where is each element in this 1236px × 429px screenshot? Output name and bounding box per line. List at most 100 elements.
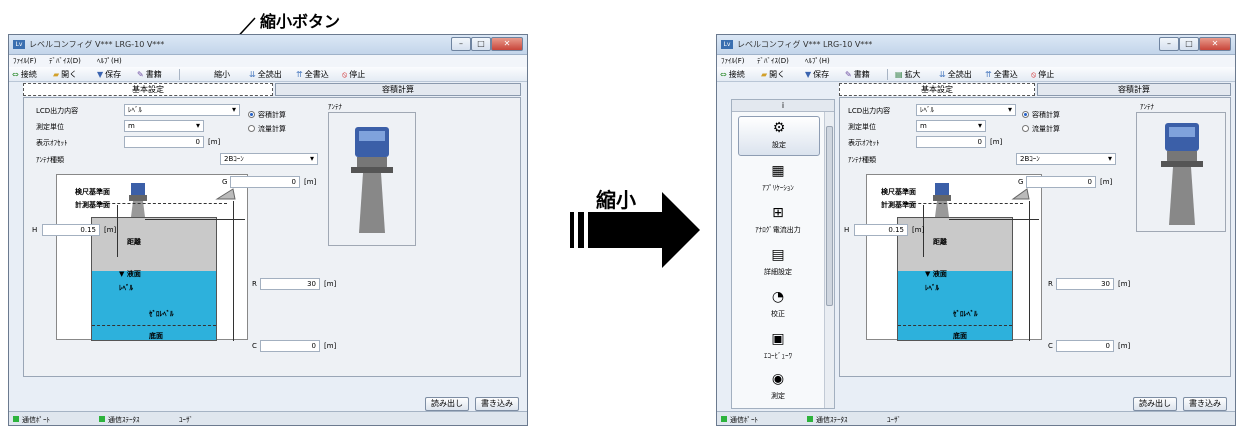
tab-volume-calc[interactable]: 容積計算 — [1037, 83, 1231, 96]
distance-label: 距離 — [933, 238, 947, 246]
antenna-type-select[interactable]: 2Bｺｰﾝ — [220, 153, 318, 165]
maximize-button[interactable]: □ — [1179, 37, 1199, 51]
c-input[interactable]: 0 — [1056, 340, 1114, 352]
read-all-button[interactable]: ⇊ 全読出 — [249, 68, 282, 81]
lcd-output-select[interactable]: ﾚﾍﾞﾙ — [916, 104, 1016, 116]
menu-help[interactable]: ﾍﾙﾌﾟ(H) — [97, 55, 122, 67]
r-unit: [m] — [324, 280, 337, 288]
menu-help[interactable]: ﾍﾙﾌﾟ(H) — [805, 55, 830, 67]
write-button[interactable]: 書き込み — [475, 397, 519, 411]
tab-basic-settings[interactable]: 基本設定 — [839, 83, 1035, 96]
maximize-button[interactable]: □ — [471, 37, 491, 51]
connect-button[interactable]: ⇔ 接続 — [12, 68, 37, 81]
toolbar: ⇔ 接続 ▰ 開く ▼ 保存 ✎ 書籍 ▤ 拡大 ⇊ 全読出 ⇈ 全書込 ⦸ 停止 — [717, 67, 1235, 82]
r-input[interactable]: 30 — [260, 278, 320, 290]
sidebar-scrollbar[interactable] — [824, 112, 834, 408]
menu-file[interactable]: ﾌｧｲﾙ(F) — [721, 55, 745, 67]
menu-file[interactable]: ﾌｧｲﾙ(F) — [13, 55, 37, 67]
read-button[interactable]: 読み出し — [1133, 397, 1177, 411]
sidebar-item-application[interactable]: ▦ ｱﾌﾟﾘｹｰｼｮﾝ — [732, 160, 824, 200]
read-all-button[interactable]: ⇊ 全読出 — [939, 68, 972, 81]
menu-bar: ﾌｧｲﾙ(F) ﾃﾞﾊﾞｲｽ(D) ﾍﾙﾌﾟ(H) — [9, 55, 527, 67]
sidebar-item-advanced[interactable]: ▤ 詳細設定 — [732, 244, 824, 284]
connect-icon: ⇔ — [720, 70, 727, 79]
unit-select[interactable]: m — [916, 120, 986, 132]
bottom-label: 底面 — [953, 332, 967, 340]
antenna-type-select[interactable]: 2Bｺｰﾝ — [1016, 153, 1116, 165]
open-button[interactable]: ▰ 開く — [53, 68, 77, 81]
offset-input[interactable]: 0 — [124, 136, 204, 148]
write-all-button[interactable]: ⇈ 全書込 — [985, 68, 1018, 81]
stop-icon: ⦸ — [342, 70, 348, 79]
r-dimension-line — [1029, 201, 1030, 341]
measure-line — [145, 219, 245, 220]
g-input[interactable]: 0 — [1026, 176, 1096, 188]
write-book-button[interactable]: ✎ 書籍 — [845, 68, 870, 81]
write-book-button[interactable]: ✎ 書籍 — [137, 68, 162, 81]
antenna-type-label: ｱﾝﾃﾅ種類 — [848, 156, 876, 164]
user-label: ﾕｰｻﾞ — [179, 416, 193, 424]
write-button[interactable]: 書き込み — [1183, 397, 1227, 411]
zero-level-label: ｾﾞﾛﾚﾍﾞﾙ — [149, 310, 174, 318]
connect-button[interactable]: ⇔ 接続 — [720, 68, 745, 81]
read-button[interactable]: 読み出し — [425, 397, 469, 411]
antenna-image-label: ｱﾝﾃﾅ — [1140, 103, 1154, 111]
liquid-surface-label: ▼ 液面 — [119, 270, 141, 278]
sidebar-item-analog-output[interactable]: ⊞ ｱﾅﾛｸﾞ電流出力 — [732, 202, 824, 242]
tab-volume-calc[interactable]: 容積計算 — [275, 83, 521, 96]
sidebar-item-calibration[interactable]: ◔ 校正 — [732, 286, 824, 326]
menu-bar: ﾌｧｲﾙ(F) ﾃﾞﾊﾞｲｽ(D) ﾍﾙﾌﾟ(H) — [717, 55, 1235, 67]
tab-basic-settings[interactable]: 基本設定 — [23, 83, 273, 96]
g-input[interactable]: 0 — [230, 176, 300, 188]
tank-diagram: 検尺基準面 計測基準面 距離 ▼ 液面 ﾚﾍﾞﾙ ｾﾞﾛﾚﾍﾞﾙ 底面 — [56, 174, 248, 341]
open-button[interactable]: ▰ 開く — [761, 68, 785, 81]
expand-button[interactable]: ▤ 拡大 — [895, 68, 921, 81]
c-input[interactable]: 0 — [260, 340, 320, 352]
scrollbar-thumb[interactable] — [826, 126, 833, 306]
r-label: R — [252, 280, 257, 288]
dipstick-ref-label: 検尺基準面 — [75, 188, 110, 196]
measure-ref-label: 計測基準面 — [75, 201, 110, 209]
distance-label: 距離 — [127, 238, 141, 246]
calibration-icon: ◔ — [771, 289, 785, 305]
flow-calc-radio[interactable]: 流量計算 — [1022, 124, 1060, 134]
sidebar-info-icon[interactable]: i — [732, 100, 834, 112]
window-title: レベルコンフィグ V*** LRG-10 V*** — [737, 40, 873, 49]
offset-unit: [m] — [990, 138, 1003, 146]
menu-device[interactable]: ﾃﾞﾊﾞｲｽ(D) — [757, 55, 789, 67]
h-input[interactable]: 0.15 — [854, 224, 908, 236]
close-button[interactable]: ✕ — [491, 37, 523, 51]
sidebar-item-measure[interactable]: ◉ 測定 — [732, 368, 824, 408]
menu-device[interactable]: ﾃﾞﾊﾞｲｽ(D) — [49, 55, 81, 67]
lcd-output-select[interactable]: ﾚﾍﾞﾙ — [124, 104, 240, 116]
stop-button[interactable]: ⦸ 停止 — [342, 68, 365, 81]
comm-status-indicator — [807, 416, 813, 422]
flow-calc-radio[interactable]: 流量計算 — [248, 124, 286, 134]
r-input[interactable]: 30 — [1056, 278, 1114, 290]
antenna-type-label: ｱﾝﾃﾅ種類 — [36, 156, 64, 164]
distance-line — [117, 205, 118, 257]
h-label: H — [32, 226, 38, 234]
folder-icon: ▰ — [761, 70, 768, 79]
save-button[interactable]: ▼ 保存 — [97, 68, 121, 81]
window-full: Lv レベルコンフィグ V*** LRG-10 V*** – □ ✕ ﾌｧｲﾙ(… — [8, 34, 528, 426]
level-label: ﾚﾍﾞﾙ — [925, 284, 939, 292]
volume-calc-radio[interactable]: 容積計算 — [1022, 110, 1060, 120]
offset-input[interactable]: 0 — [916, 136, 986, 148]
shrink-button[interactable]: 縮小 — [214, 68, 230, 81]
pen-icon: ✎ — [137, 70, 144, 79]
settings-panel: LCD出力内容 ﾚﾍﾞﾙ 測定単位 m 表示ｵﾌｾｯﾄ 0 [m] ｱﾝﾃﾅ種類… — [23, 97, 521, 377]
h-input[interactable]: 0.15 — [42, 224, 100, 236]
minimize-button[interactable]: – — [451, 37, 471, 51]
bottom-label: 底面 — [149, 332, 163, 340]
close-button[interactable]: ✕ — [1199, 37, 1231, 51]
sidebar-item-settings[interactable]: ⚙ 設定 — [738, 116, 820, 156]
volume-calc-radio[interactable]: 容積計算 — [248, 110, 286, 120]
sidebar-item-echo-viewer[interactable]: ▣ ｴｺｰﾋﾞｭｰﾜ — [732, 328, 824, 368]
minimize-button[interactable]: – — [1159, 37, 1179, 51]
g-label: G — [222, 178, 228, 186]
stop-button[interactable]: ⦸ 停止 — [1031, 68, 1054, 81]
unit-select[interactable]: m — [124, 120, 204, 132]
write-all-button[interactable]: ⇈ 全書込 — [296, 68, 329, 81]
save-button[interactable]: ▼ 保存 — [805, 68, 829, 81]
